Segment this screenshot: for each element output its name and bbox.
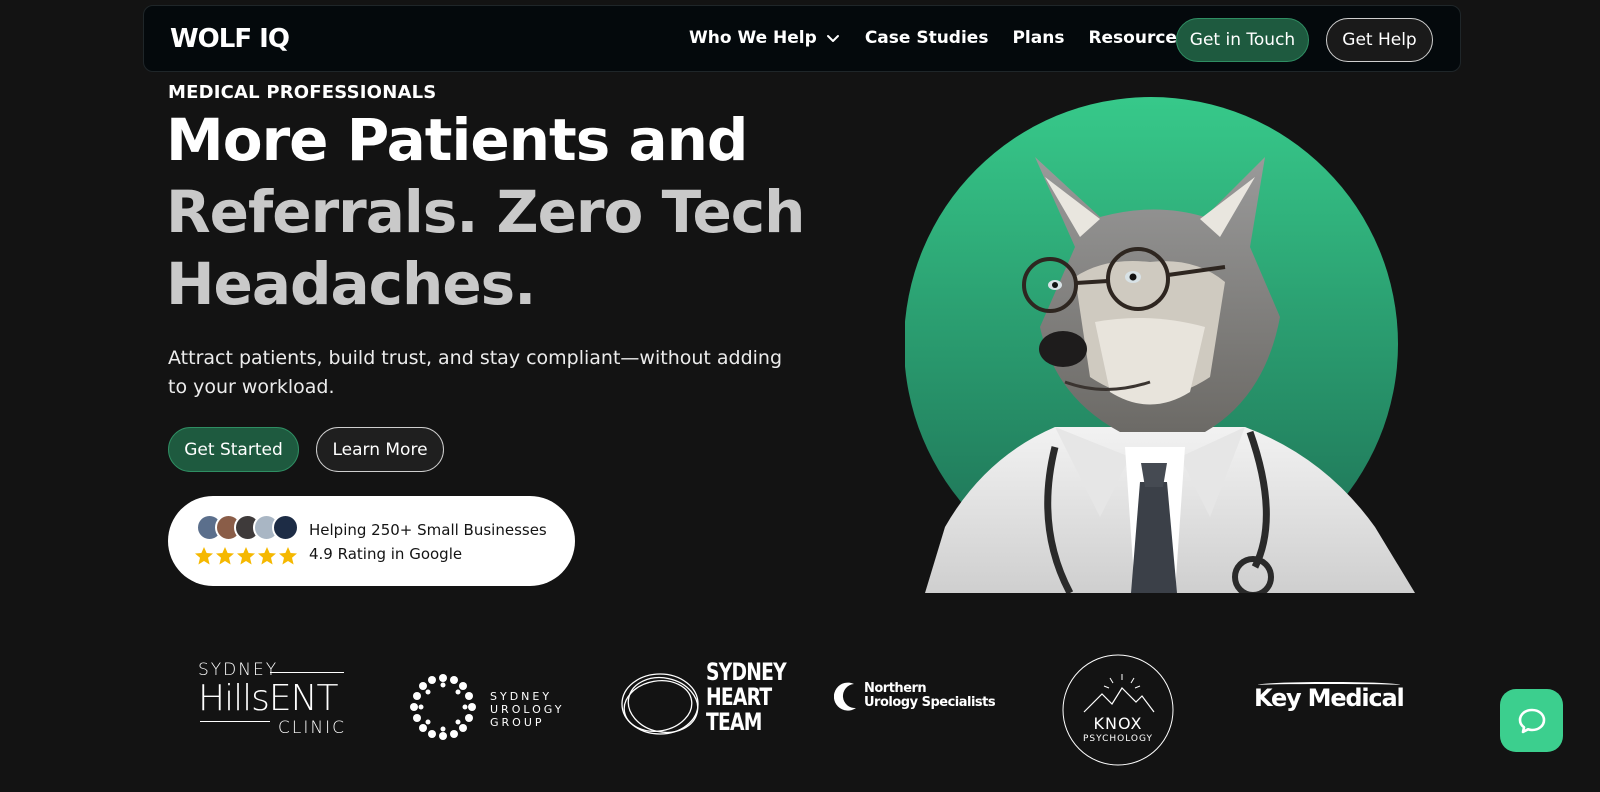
hero-subtitle: Attract patients, build trust, and stay … (168, 347, 783, 398)
hero-eyebrow: MEDICAL PROFESSIONALS (168, 82, 437, 103)
get-started-button[interactable]: Get Started (168, 427, 299, 472)
logo-line: SYDNEY (706, 658, 787, 686)
logo-sydney-urology-group: SYDNEY UROLOGY GROUP (408, 672, 568, 742)
logo-line: SYDNEY (490, 690, 553, 703)
logo-text: SYDNEY UROLOGY GROUP (490, 690, 564, 729)
client-logos: SYDNEY HillsENT CLINIC SYDNEY UROLOGY GR… (190, 650, 1420, 770)
logo-northern-urology: Northern Urology Specialists (834, 678, 996, 718)
logo-text: KNOX (1093, 714, 1143, 733)
nav-plans[interactable]: Plans (1012, 28, 1064, 48)
logo-text: CLINIC (278, 718, 346, 738)
trust-line-1: Helping 250+ Small Businesses (309, 521, 547, 539)
nav-who-we-help[interactable]: Who We Help (689, 28, 841, 48)
logo-text: Key Medical (1254, 684, 1405, 712)
hero-title-line-2: Referrals. Zero Tech (166, 178, 805, 246)
logo-line: UROLOGY (490, 703, 565, 716)
logo-line: GROUP (490, 716, 545, 729)
logo-line: TEAM (706, 708, 762, 736)
navbar: WOLF IQ Who We Help Case Studies Plans R… (143, 5, 1461, 72)
chevron-down-icon (826, 35, 839, 42)
star-icon (237, 547, 255, 565)
logo-line: Northern (864, 681, 927, 696)
trust-line-2: 4.9 Rating in Google (309, 545, 463, 563)
urology-ring-icon (410, 674, 476, 740)
logo-knox-psychology: KNOX PSYCHOLOGY (1062, 654, 1174, 766)
logo-text: SYDNEY HEART TEAM (706, 658, 787, 736)
star-icon (258, 547, 276, 565)
logo-text: SYDNEY (198, 660, 279, 680)
trust-text: Helping 250+ Small Businesses 4.9 Rating… (309, 518, 547, 566)
logo-key-medical: Key Medical (1254, 680, 1405, 720)
logo-text: HillsENT (198, 678, 338, 719)
knox-mountain-icon (1062, 654, 1174, 766)
nav-links: Who We Help Case Studies Plans Resources (689, 28, 1187, 48)
nav-resources[interactable]: Resources (1088, 28, 1187, 48)
heart-rings-icon (621, 673, 699, 735)
chat-icon (1518, 708, 1545, 733)
nav-who-we-help-label: Who We Help (689, 28, 817, 48)
logo-sydney-hills-ent: SYDNEY HillsENT CLINIC (198, 660, 348, 740)
avatar (272, 514, 299, 541)
logo-rule (270, 672, 344, 673)
star-icon (195, 547, 213, 565)
hero-wolf-image (905, 97, 1415, 593)
hero-title-line-1: More Patients and (166, 106, 748, 174)
northern-urology-icon (834, 682, 856, 711)
avatar-group (196, 514, 299, 541)
trust-badge: Helping 250+ Small Businesses 4.9 Rating… (168, 496, 575, 586)
logo-text: PSYCHOLOGY (1082, 734, 1154, 744)
star-icon (216, 547, 234, 565)
logo-line: HEART (706, 683, 772, 711)
logo-line: Urology Specialists (864, 695, 996, 710)
logo[interactable]: WOLF IQ (170, 24, 290, 54)
hero-title: More Patients and Referrals. Zero Tech H… (166, 104, 806, 320)
rating-stars (194, 546, 298, 566)
star-icon (279, 547, 297, 565)
logo-text: Northern Urology Specialists (864, 681, 996, 710)
chat-widget-button[interactable] (1500, 689, 1563, 752)
get-in-touch-button[interactable]: Get in Touch (1176, 18, 1309, 62)
hero-title-line-3: Headaches. (166, 250, 536, 318)
logo-sydney-heart-team: SYDNEY HEART TEAM (620, 660, 787, 740)
logo-rule (200, 721, 270, 722)
learn-more-button[interactable]: Learn More (316, 427, 444, 472)
get-help-button[interactable]: Get Help (1326, 18, 1433, 62)
nav-case-studies[interactable]: Case Studies (865, 28, 989, 48)
